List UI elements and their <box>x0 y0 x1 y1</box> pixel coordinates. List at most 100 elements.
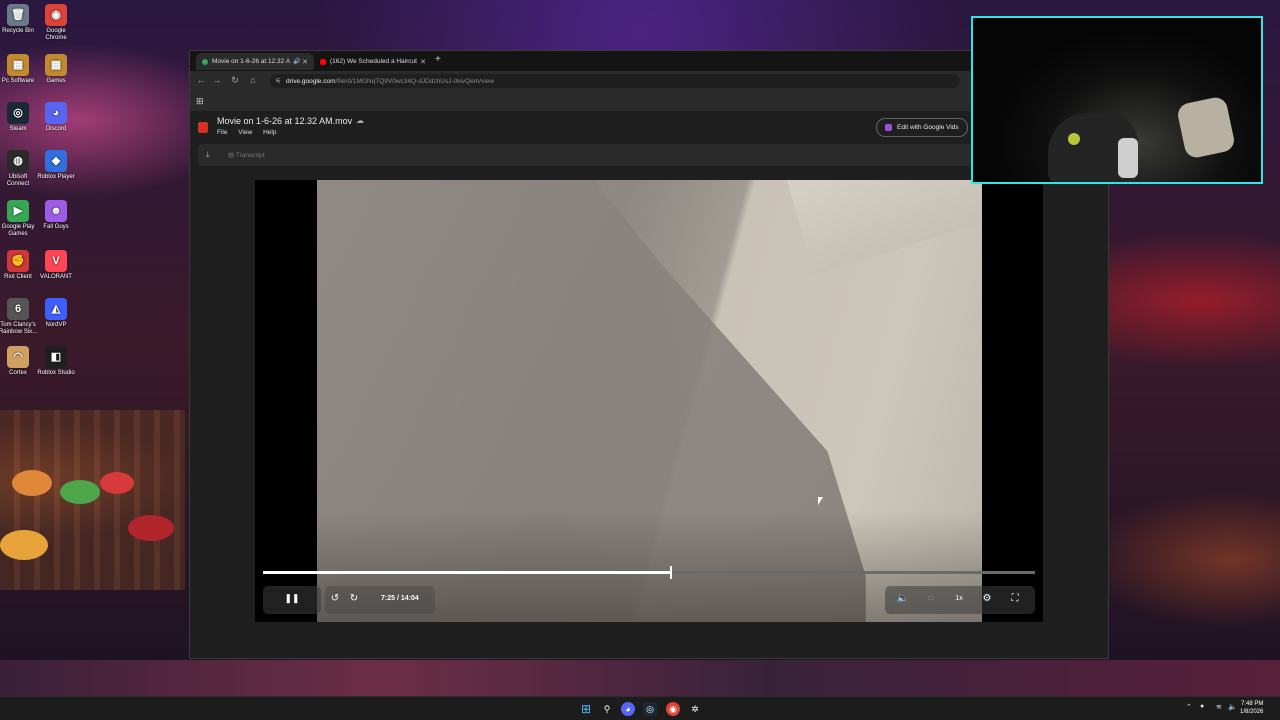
wallpaper-fruit <box>100 472 134 494</box>
tab-drive-movie[interactable]: Movie on 1-6-26 at 12.32 A 🔊 ✕ <box>196 53 314 70</box>
apps-grid-icon[interactable]: ⊞ <box>196 96 204 107</box>
clock-time: 7:48 PM <box>1241 701 1264 707</box>
desktop-icon[interactable]: ▶ Google Play Games <box>0 200 38 238</box>
rewind-10-icon[interactable]: ↺ <box>327 593 343 604</box>
desktop-icon[interactable]: ◎ Steam <box>0 102 38 133</box>
tab-title: (162) We Scheduled a Haircut W <box>330 58 418 65</box>
desktop-icon-label: Ubisoft Connect <box>6 174 30 187</box>
tray-overflow-icon[interactable]: ⌃ <box>1186 703 1192 711</box>
url-host: drive.google.com <box>286 77 336 85</box>
desktop-icon[interactable]: 🗑 Recycle Bin <box>0 4 38 35</box>
volume-tray-icon[interactable]: 🔈 <box>1228 703 1237 711</box>
desktop-icon-label: Games <box>46 78 66 84</box>
captions-icon[interactable]: ▭ <box>923 593 939 602</box>
reload-icon[interactable]: ↻ <box>229 75 241 86</box>
tab-youtube[interactable]: (162) We Scheduled a Haircut W ✕ <box>314 53 432 70</box>
pause-icon[interactable]: ❚❚ <box>284 593 300 604</box>
desktop-icon-label: Discord <box>45 126 67 132</box>
drive-favicon-icon <box>202 58 208 65</box>
shared-cloud-icon[interactable]: ☁ <box>356 116 364 125</box>
speaker-icon[interactable]: 🔊 <box>293 58 300 65</box>
app-icon: ☻ <box>45 200 67 222</box>
new-tab-button[interactable]: + <box>435 54 441 65</box>
webcam-overlay <box>971 16 1263 184</box>
video-file-icon <box>198 122 208 133</box>
app-taskbar-icon[interactable]: ✲ <box>688 702 702 716</box>
download-icon[interactable]: ⤓ <box>206 150 210 160</box>
wifi-icon[interactable]: ≋ <box>1216 703 1222 711</box>
desktop-icon[interactable]: ◠ Cortex <box>0 346 38 377</box>
steam-taskbar-icon[interactable]: ◎ <box>643 702 657 716</box>
desktop-icon[interactable]: ✊ Riot Client <box>0 250 38 281</box>
fullscreen-icon[interactable]: ⛶ <box>1007 593 1023 604</box>
time-display: 7:25 / 14:04 <box>381 595 419 602</box>
menu-view[interactable]: View <box>238 129 252 136</box>
forward-10-icon[interactable]: ↻ <box>346 593 362 604</box>
desktop-icon[interactable]: ☻ Fall Guys <box>36 200 76 231</box>
youtube-favicon-icon <box>320 58 326 65</box>
transcript-button[interactable]: Transcript <box>228 151 265 159</box>
app-icon: ◕ <box>45 102 67 124</box>
drive-action-bar: ⤓ Transcript <box>198 144 978 166</box>
app-icon: ▦ <box>45 54 67 76</box>
url-path: /file/d/1MGNqTQ9V0wc34Q-dJDdzhUsJ-0kivQe… <box>335 77 495 85</box>
desktop-icon-label: NordVP <box>45 322 67 328</box>
app-icon: ◎ <box>7 102 29 124</box>
desktop-icon[interactable]: ◉ Google Chrome <box>36 4 76 42</box>
site-info-icon[interactable]: ⚟ <box>275 77 281 85</box>
video-player[interactable]: ❚❚ ↺ ↻ 7:25 / 14:04 🔈 ▭ 1x ⚙ ⛶ <box>255 180 1043 622</box>
tray-app-icon[interactable]: ● <box>1200 703 1204 710</box>
video-frame <box>317 180 982 622</box>
webcam-pillow <box>1175 95 1237 160</box>
discord-taskbar-icon[interactable]: ◕ <box>621 702 635 716</box>
address-bar[interactable]: ⚟ drive.google.com /file/d/1MGNqTQ9V0wc3… <box>270 74 960 88</box>
desktop-icon-label: Fall Guys <box>43 224 69 230</box>
home-icon[interactable]: ⌂ <box>247 75 259 85</box>
desktop-icon[interactable]: ◭ NordVP <box>36 298 76 329</box>
desktop-icon-label: Cortex <box>9 370 27 376</box>
windows-start-icon[interactable]: ⊞ <box>579 702 593 716</box>
desktop-icon[interactable]: 6 Tom Clancy's Rainbow Six... <box>0 298 38 336</box>
player-settings-controls: 🔈 ▭ 1x ⚙ ⛶ <box>885 586 1035 614</box>
desktop-icon[interactable]: ▦ Pc Software <box>0 54 38 85</box>
edit-with-google-vids-button[interactable]: Edit with Google Vids <box>876 118 968 137</box>
desktop-icon[interactable]: ◍ Ubisoft Connect <box>0 150 38 188</box>
menu-help[interactable]: Help <box>263 129 276 136</box>
wallpaper-street <box>0 660 1280 696</box>
seek-bar[interactable] <box>263 566 1035 579</box>
webcam-detail <box>1068 133 1080 145</box>
chrome-taskbar-icon[interactable]: ◉ <box>666 702 680 716</box>
time-controls: ↺ ↻ 7:25 / 14:04 <box>325 586 435 614</box>
desktop-icon[interactable]: ◧ Roblox Studio <box>36 346 76 377</box>
volume-icon[interactable]: 🔈 <box>895 593 911 604</box>
desktop-icon-label: Tom Clancy's Rainbow Six... <box>0 322 38 335</box>
search-icon[interactable]: ⚲ <box>600 702 614 716</box>
desktop-icon[interactable]: ◆ Roblox Player <box>36 150 76 181</box>
desktop-icon[interactable]: ◕ Discord <box>36 102 76 133</box>
tab-title: Movie on 1-6-26 at 12.32 A <box>212 58 291 65</box>
playback-speed-button[interactable]: 1x <box>951 595 967 602</box>
desktop-icon-label: Steam <box>9 126 27 132</box>
app-icon: V <box>45 250 67 272</box>
playback-controls: ❚❚ <box>263 586 321 614</box>
taskbar: ⊞ ⚲ ◕ ◎ ◉ ✲ ⌃ ● ≋ 🔈 7:48 PM 1/8/2026 <box>0 696 1280 720</box>
system-clock[interactable]: 7:48 PM 1/8/2026 <box>1240 700 1263 716</box>
desktop-icon-label: VALORANT <box>40 274 72 280</box>
app-icon: 🗑 <box>7 4 29 26</box>
desktop-icon-label: Roblox Studio <box>37 370 75 376</box>
desktop-icon[interactable]: V VALORANT <box>36 250 76 281</box>
wallpaper-fruit <box>12 470 52 496</box>
back-arrow-icon[interactable]: ← <box>195 75 207 85</box>
file-title: Movie on 1-6-26 at 12.32 AM.mov <box>217 116 353 126</box>
close-tab-icon[interactable]: ✕ <box>420 58 426 66</box>
close-tab-icon[interactable]: ✕ <box>302 58 308 66</box>
seek-bar-thumb[interactable] <box>669 566 672 579</box>
desktop-icon-label: Roblox Player <box>37 174 75 180</box>
settings-gear-icon[interactable]: ⚙ <box>979 593 995 604</box>
menu-file[interactable]: File <box>217 129 227 136</box>
desktop-icon-label: Recycle Bin <box>2 28 34 34</box>
wallpaper-fruit <box>0 530 48 560</box>
desktop-icon[interactable]: ▦ Games <box>36 54 76 85</box>
video-ceiling <box>787 180 982 275</box>
forward-arrow-icon[interactable]: → <box>211 75 223 85</box>
